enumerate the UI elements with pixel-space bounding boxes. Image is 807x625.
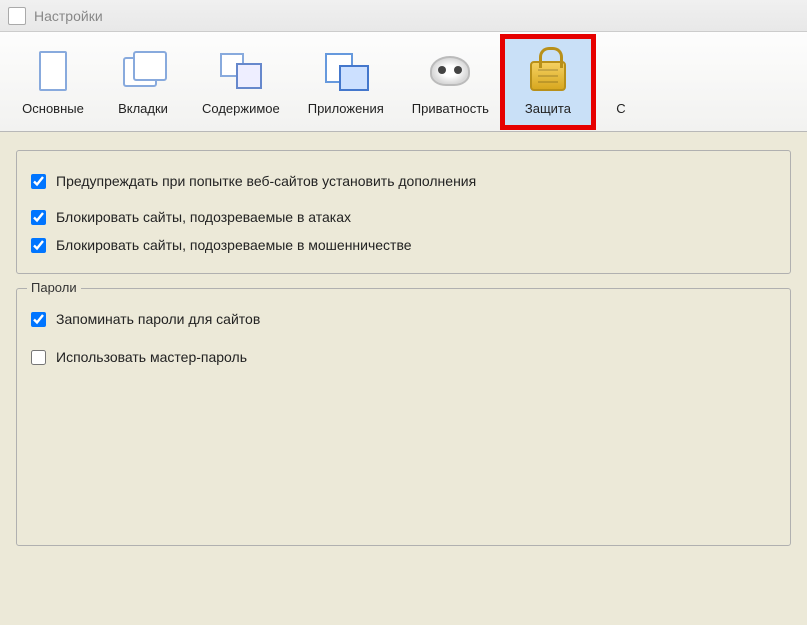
checkbox-row-warn-addons: Предупреждать при попытке веб-сайтов уст… xyxy=(31,167,776,195)
tab-next-label: С xyxy=(616,101,625,116)
content-icon xyxy=(217,47,265,95)
checkbox-row-block-fraud: Блокировать сайты, подозреваемые в мошен… xyxy=(31,231,776,259)
tab-content[interactable]: Содержимое xyxy=(188,37,294,127)
window-icon xyxy=(8,7,26,25)
tab-content-label: Содержимое xyxy=(202,101,280,116)
tab-security-label: Защита xyxy=(525,101,571,116)
tab-privacy-label: Приватность xyxy=(412,101,489,116)
tab-privacy[interactable]: Приватность xyxy=(398,37,503,127)
label-block-attack: Блокировать сайты, подозреваемые в атака… xyxy=(56,209,351,225)
checkbox-row-block-attack: Блокировать сайты, подозреваемые в атака… xyxy=(31,203,776,231)
next-icon xyxy=(597,47,645,95)
passwords-group: Пароли Запоминать пароли для сайтов Испо… xyxy=(16,288,791,546)
tabs-icon xyxy=(119,47,167,95)
window-title: Настройки xyxy=(34,8,103,24)
privacy-icon xyxy=(426,47,474,95)
passwords-group-title: Пароли xyxy=(27,280,81,295)
label-remember-passwords: Запоминать пароли для сайтов xyxy=(56,311,260,327)
checkbox-master-password[interactable] xyxy=(31,350,46,365)
titlebar: Настройки xyxy=(0,0,807,32)
checkbox-block-fraud[interactable] xyxy=(31,238,46,253)
label-block-fraud: Блокировать сайты, подозреваемые в мошен… xyxy=(56,237,412,253)
content-area: Предупреждать при попытке веб-сайтов уст… xyxy=(0,132,807,578)
apps-icon xyxy=(322,47,370,95)
tab-tabs[interactable]: Вкладки xyxy=(98,37,188,127)
checkbox-remember-passwords[interactable] xyxy=(31,312,46,327)
tab-tabs-label: Вкладки xyxy=(118,101,168,116)
tab-next-cut[interactable]: С xyxy=(593,37,649,127)
tab-security[interactable]: Защита xyxy=(503,37,593,127)
label-warn-addons: Предупреждать при попытке веб-сайтов уст… xyxy=(56,173,476,189)
tab-general-label: Основные xyxy=(22,101,84,116)
label-master-password: Использовать мастер-пароль xyxy=(56,349,247,365)
security-group: Предупреждать при попытке веб-сайтов уст… xyxy=(16,150,791,274)
checkbox-warn-addons[interactable] xyxy=(31,174,46,189)
settings-toolbar: Основные Вкладки Содержимое Приложения П… xyxy=(0,32,807,132)
tab-apps[interactable]: Приложения xyxy=(294,37,398,127)
checkbox-block-attack[interactable] xyxy=(31,210,46,225)
tab-general[interactable]: Основные xyxy=(8,37,98,127)
tab-apps-label: Приложения xyxy=(308,101,384,116)
general-icon xyxy=(29,47,77,95)
checkbox-row-remember: Запоминать пароли для сайтов xyxy=(31,305,776,333)
checkbox-row-master: Использовать мастер-пароль xyxy=(31,343,776,371)
lock-icon xyxy=(524,47,572,95)
